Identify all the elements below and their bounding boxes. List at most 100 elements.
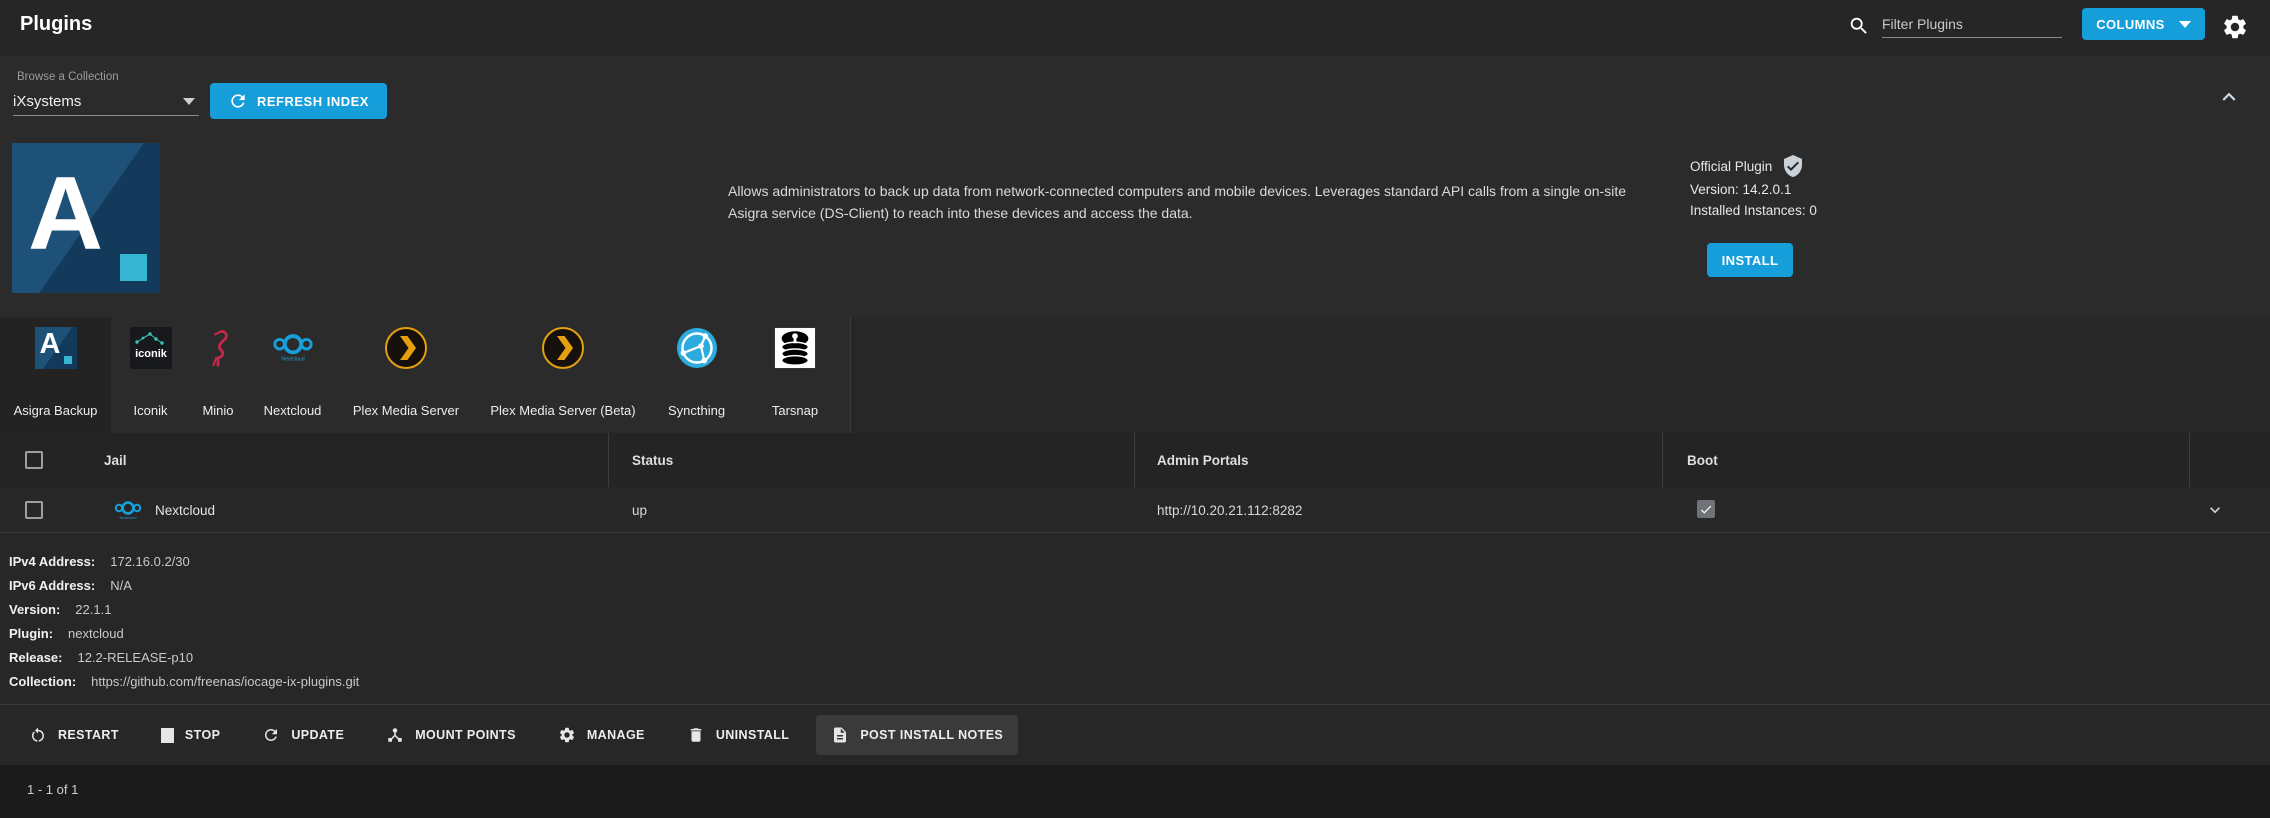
mount-points-icon: [388, 728, 402, 742]
restart-button[interactable]: RESTART: [14, 715, 134, 755]
collection-label: Browse a Collection: [17, 71, 119, 83]
row-action-bar: RESTART STOP UPDATE MOUNT POINTS MANAGE …: [0, 705, 2270, 765]
boot-checkbox[interactable]: [1697, 500, 1715, 518]
table-row[interactable]: Nextcloud Nextcloud up http://10.20.21.1…: [0, 487, 2270, 533]
plugin-tile-tarsnap[interactable]: Tarsnap: [740, 317, 851, 433]
columns-button-label: COLUMNS: [2096, 16, 2165, 32]
top-bar: Plugins COLUMNS: [0, 0, 2270, 56]
plugin-tile-label: Minio: [202, 403, 234, 418]
jail-name: Nextcloud: [155, 502, 216, 518]
asigra-plugin-logo: A: [12, 143, 160, 293]
row-checkbox[interactable]: [25, 501, 43, 519]
svg-text:Nextcloud: Nextcloud: [281, 356, 304, 362]
jail-icon-cell: Nextcloud: [113, 487, 143, 533]
update-icon: [265, 729, 278, 741]
plugin-tile-plex-media-server-beta[interactable]: Plex Media Server (Beta): [473, 317, 654, 433]
plex-icon: [385, 327, 427, 369]
syncthing-icon: [676, 328, 717, 368]
plugin-tile-nextcloud[interactable]: Nextcloud Nextcloud: [246, 317, 340, 433]
official-plugin-label: Official Plugin: [1690, 158, 1773, 174]
stop-icon: [160, 727, 174, 743]
paginator: 1 - 1 of 1: [27, 782, 79, 797]
verified-shield-icon: [1784, 155, 1803, 177]
chevron-down-icon: [2210, 507, 2220, 514]
collection-url[interactable]: https://github.com/freenas/iocage-ix-plu…: [91, 674, 359, 689]
column-divider: [608, 433, 609, 487]
plugin-tile-label: Asigra Backup: [13, 403, 98, 418]
page-title: Plugins: [20, 13, 93, 35]
minio-icon: [212, 330, 228, 367]
detail-row: Plugin: nextcloud: [9, 626, 124, 641]
refresh-icon: [231, 94, 245, 108]
gear-icon[interactable]: [2221, 13, 2249, 41]
chevron-down-icon: [183, 98, 195, 105]
asigra-backup-icon: A: [34, 327, 77, 369]
svg-text:Nextcloud: Nextcloud: [120, 516, 137, 520]
detail-row: IPv6 Address: N/A: [9, 578, 132, 593]
plugin-tile-label: Tarsnap: [771, 403, 819, 418]
row-details: IPv4 Address: 172.16.0.2/30 IPv6 Address:…: [0, 533, 2270, 705]
plugin-tile-label: Syncthing: [667, 403, 726, 418]
row-expander-button[interactable]: [2205, 500, 2225, 520]
admin-portal-link[interactable]: http://10.20.21.112:8282: [1157, 487, 1302, 533]
columns-button[interactable]: COLUMNS: [2082, 8, 2205, 40]
plugin-tile-label: Iconik: [133, 403, 168, 418]
column-header-boot[interactable]: Boot: [1687, 433, 1718, 487]
install-button[interactable]: INSTALL: [1707, 243, 1793, 277]
svg-text:iconik: iconik: [135, 348, 168, 360]
plugin-info-block: Official Plugin Version: 14.2.0.1 Instal…: [1690, 153, 1817, 221]
chevron-up-icon: [2222, 92, 2236, 101]
post-install-notes-button[interactable]: POST INSTALL NOTES: [816, 715, 1019, 755]
restart-icon: [32, 727, 44, 742]
jail-status: up: [632, 502, 648, 518]
plugin-tile-syncthing[interactable]: Syncthing: [653, 317, 741, 433]
table-footer: 1 - 1 of 1: [0, 765, 2270, 818]
stop-button[interactable]: STOP: [146, 717, 235, 754]
manage-icon: [559, 727, 574, 743]
plugin-tile-label: Plex Media Server (Beta): [490, 403, 636, 418]
collection-selected-value: iXsystems: [13, 93, 82, 110]
plugins-page: Plugins COLUMNS Browse a Collection iXsy…: [0, 0, 2270, 818]
plugin-tile-plex-media-server[interactable]: Plex Media Server: [339, 317, 474, 433]
post-install-notes-icon: [834, 727, 847, 743]
plex-beta-icon: [542, 327, 584, 369]
table-header: Jail Status Admin Portals Boot: [0, 433, 2270, 487]
plugin-version: Version: 14.2.0.1: [1690, 182, 1792, 197]
detail-row: Release: 12.2-RELEASE-p10: [9, 650, 194, 665]
update-button[interactable]: UPDATE: [247, 715, 359, 755]
chevron-down-icon: [2178, 20, 2191, 28]
uninstall-icon: [690, 728, 702, 742]
manage-button[interactable]: MANAGE: [543, 715, 660, 755]
column-divider: [1662, 433, 1663, 487]
refresh-index-label: REFRESH INDEX: [257, 93, 369, 109]
column-header-admin-portals[interactable]: Admin Portals: [1157, 433, 1249, 487]
mount-points-button[interactable]: MOUNT POINTS: [371, 715, 531, 755]
plugin-tile-label: Plex Media Server: [352, 403, 460, 418]
iconik-icon: iconik: [129, 327, 172, 369]
collapse-panel-button[interactable]: [2216, 84, 2242, 110]
plugin-icon-strip: A Asigra Backup iconik Iconik Minio Next…: [0, 317, 2270, 433]
nextcloud-icon: Nextcloud: [272, 334, 313, 362]
detail-row: Version: 22.1.1: [9, 602, 112, 617]
nextcloud-icon: Nextcloud: [114, 501, 142, 520]
detail-row: IPv4 Address: 172.16.0.2/30: [9, 554, 190, 569]
plugin-description: Allows administrators to back up data fr…: [728, 183, 1626, 222]
plugin-tile-iconik[interactable]: iconik Iconik: [111, 317, 191, 433]
plugin-installed-instances: Installed Instances: 0: [1690, 203, 1817, 218]
refresh-index-button[interactable]: REFRESH INDEX: [210, 83, 387, 119]
plugin-tile-asigra-backup[interactable]: A Asigra Backup: [0, 317, 112, 433]
column-divider: [2189, 433, 2190, 487]
filter-input[interactable]: [1882, 11, 2062, 38]
tarsnap-icon: [774, 327, 816, 369]
detail-row: Collection: https://github.com/freenas/io…: [9, 674, 360, 689]
search-icon: [1850, 17, 1867, 34]
collection-select[interactable]: iXsystems: [13, 88, 199, 116]
select-all-checkbox[interactable]: [25, 451, 43, 469]
plugin-tile-label: Nextcloud: [263, 403, 322, 418]
column-header-jail[interactable]: Jail: [104, 433, 127, 487]
uninstall-button[interactable]: UNINSTALL: [672, 715, 805, 755]
check-icon: [1700, 505, 1712, 514]
plugin-tile-minio[interactable]: Minio: [190, 317, 247, 433]
column-header-status[interactable]: Status: [632, 433, 673, 487]
column-divider: [1134, 433, 1135, 487]
